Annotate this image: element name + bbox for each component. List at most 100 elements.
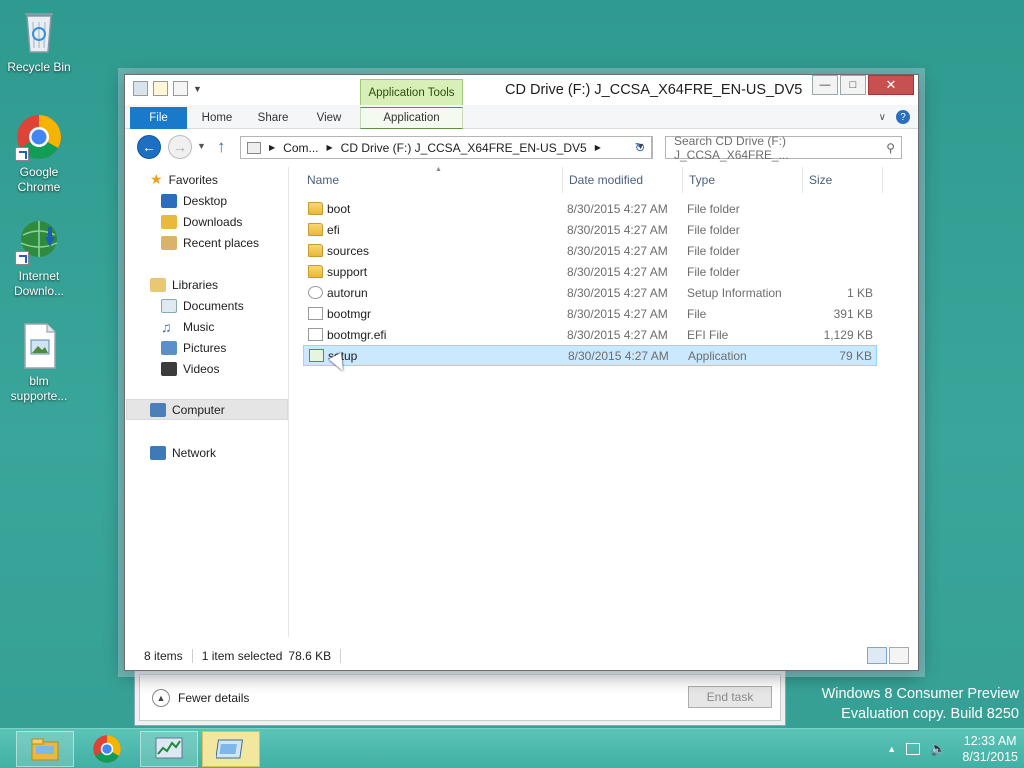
desktop-icon-internet-download-manager[interactable]: Internet Downlo... (1, 217, 77, 299)
recent-locations-dropdown-icon[interactable]: ▼ (197, 141, 206, 151)
column-label: Type (689, 173, 716, 187)
desktop-icon-blm-file[interactable]: blm supporte... (1, 322, 77, 404)
file-type: Application (688, 349, 747, 363)
column-header-name[interactable]: ▲ Name (301, 166, 563, 193)
title-bar: ▼ Application Tools CD Drive (F:) J_CCSA… (125, 75, 918, 105)
maximize-button[interactable]: □ (840, 75, 866, 95)
nav-desktop[interactable]: Desktop (126, 190, 288, 211)
file-date: 8/30/2015 4:27 AM (567, 244, 668, 258)
network-icon (150, 445, 166, 460)
fewer-details-button[interactable]: ▲ Fewer details (152, 689, 249, 707)
file-size: 1,129 KB (823, 328, 873, 342)
breadcrumb-cd-drive[interactable]: CD Drive (F:) J_CCSA_X64FRE_EN-US_DV5 (341, 141, 587, 155)
nav-pictures[interactable]: Pictures (126, 337, 288, 358)
column-header-size[interactable]: Size (803, 167, 883, 193)
tab-share[interactable]: Share (247, 107, 299, 129)
clock[interactable]: 12:33 AM 8/31/2015 (962, 733, 1018, 765)
file-row[interactable]: bootmgr 8/30/2015 4:27 AM File 391 KB (303, 304, 877, 325)
large-icons-view-icon[interactable] (889, 647, 909, 664)
file-row[interactable]: efi 8/30/2015 4:27 AM File folder (303, 220, 877, 241)
file-type: Setup Information (687, 286, 782, 300)
search-input[interactable]: Search CD Drive (F:) J_CCSA_X64FRE_... ⚲ (665, 134, 902, 162)
clock-time: 12:33 AM (963, 734, 1017, 748)
taskbar-chrome[interactable] (78, 731, 136, 767)
expand-ribbon-icon[interactable]: ∨ (879, 112, 886, 123)
close-button[interactable]: ✕ (868, 75, 914, 95)
nav-music[interactable]: ♫ Music (126, 316, 288, 337)
breadcrumb-computer[interactable]: Com... (283, 141, 318, 155)
file-row[interactable]: bootmgr.efi 8/30/2015 4:27 AM EFI File 1… (303, 325, 877, 346)
file-name: boot (327, 202, 351, 216)
folder-icon (308, 265, 323, 278)
show-hidden-icons-icon[interactable]: ▲ (887, 744, 896, 754)
nav-libraries[interactable]: Libraries (126, 274, 288, 295)
taskbar-file-explorer[interactable] (16, 731, 74, 767)
tab-view[interactable]: View (303, 107, 355, 129)
nav-documents[interactable]: Documents (126, 295, 288, 316)
nav-videos[interactable]: Videos (126, 358, 288, 379)
refresh-icon[interactable]: ↻ (628, 136, 653, 159)
column-label: Name (307, 173, 340, 187)
desktop-icon-label: Google Chrome (17, 165, 61, 194)
end-task-button[interactable]: End task (688, 686, 772, 708)
properties-icon[interactable] (153, 81, 168, 96)
tab-home[interactable]: Home (191, 107, 243, 129)
customize-qat-dropdown-icon[interactable]: ▼ (193, 84, 202, 94)
column-label: Date modified (569, 173, 644, 187)
desktop-icon-recycle-bin[interactable]: Recycle Bin (1, 8, 77, 75)
breadcrumb-chevron-icon[interactable]: ▶ (327, 143, 333, 152)
chrome-icon (15, 113, 63, 161)
ribbon-tabs: File Home Share View Application ∨ ? (125, 105, 918, 129)
file-type: File folder (687, 202, 740, 216)
image-file-icon (15, 322, 63, 370)
nav-network[interactable]: Network (126, 442, 288, 463)
details-view-icon[interactable] (867, 647, 887, 664)
downloads-folder-icon (161, 214, 177, 229)
help-icon[interactable]: ? (896, 110, 910, 124)
address-bar[interactable]: ▶ Com... ▶ CD Drive (F:) J_CCSA_X64FRE_E… (240, 136, 652, 159)
tab-application[interactable]: Application (360, 107, 463, 129)
nav-label: Pictures (183, 340, 227, 355)
cd-drive-icon (247, 141, 261, 154)
task-manager-window: ▲ Fewer details End task (134, 670, 786, 726)
tab-file[interactable]: File (130, 107, 187, 129)
back-button[interactable]: ← (137, 135, 161, 159)
file-name: sources (327, 244, 370, 258)
column-header-type[interactable]: Type (683, 167, 803, 193)
network-icon[interactable] (906, 743, 921, 755)
taskbar-setup-app[interactable] (202, 731, 260, 767)
minimize-button[interactable]: — (812, 75, 838, 95)
file-row[interactable]: boot 8/30/2015 4:27 AM File folder (303, 199, 877, 220)
breadcrumb-chevron-icon[interactable]: ▶ (595, 143, 601, 152)
file-row[interactable]: sources 8/30/2015 4:27 AM File folder (303, 241, 877, 262)
taskbar-task-manager[interactable] (140, 731, 198, 767)
window-controls: — □ ✕ (812, 75, 914, 95)
nav-computer[interactable]: Computer (126, 399, 288, 420)
window-title: CD Drive (F:) J_CCSA_X64FRE_EN-US_DV5 (505, 82, 803, 98)
documents-icon (161, 298, 177, 313)
nav-downloads[interactable]: Downloads (126, 211, 288, 232)
new-folder-icon[interactable] (173, 81, 188, 96)
forward-button[interactable]: → (168, 135, 192, 159)
nav-favorites[interactable]: ★ Favorites (126, 169, 288, 190)
nav-label: Music (183, 319, 215, 334)
up-button[interactable]: ↑ (217, 137, 226, 157)
music-icon: ♫ (161, 318, 172, 335)
file-row-selected[interactable]: setup 8/30/2015 4:27 AM Application 79 K… (303, 345, 877, 366)
setup-window-icon (216, 739, 244, 759)
nav-label: Documents (183, 298, 244, 313)
computer-icon (150, 402, 166, 417)
column-header-date-modified[interactable]: Date modified (563, 167, 683, 193)
system-menu-icon[interactable] (133, 81, 148, 96)
application-tools-group: Application Tools (360, 79, 463, 105)
file-row[interactable]: autorun 8/30/2015 4:27 AM Setup Informat… (303, 283, 877, 304)
nav-recent-places[interactable]: Recent places (126, 232, 288, 253)
breadcrumb-chevron-icon[interactable]: ▶ (269, 143, 275, 152)
search-icon[interactable]: ⚲ (886, 141, 895, 155)
folder-icon (308, 223, 323, 236)
desktop-icon-google-chrome[interactable]: Google Chrome (1, 113, 77, 195)
file-row[interactable]: support 8/30/2015 4:27 AM File folder (303, 262, 877, 283)
videos-icon (161, 361, 177, 376)
quick-access-toolbar: ▼ (133, 81, 202, 96)
volume-muted-icon[interactable]: 🔈 (930, 741, 946, 757)
